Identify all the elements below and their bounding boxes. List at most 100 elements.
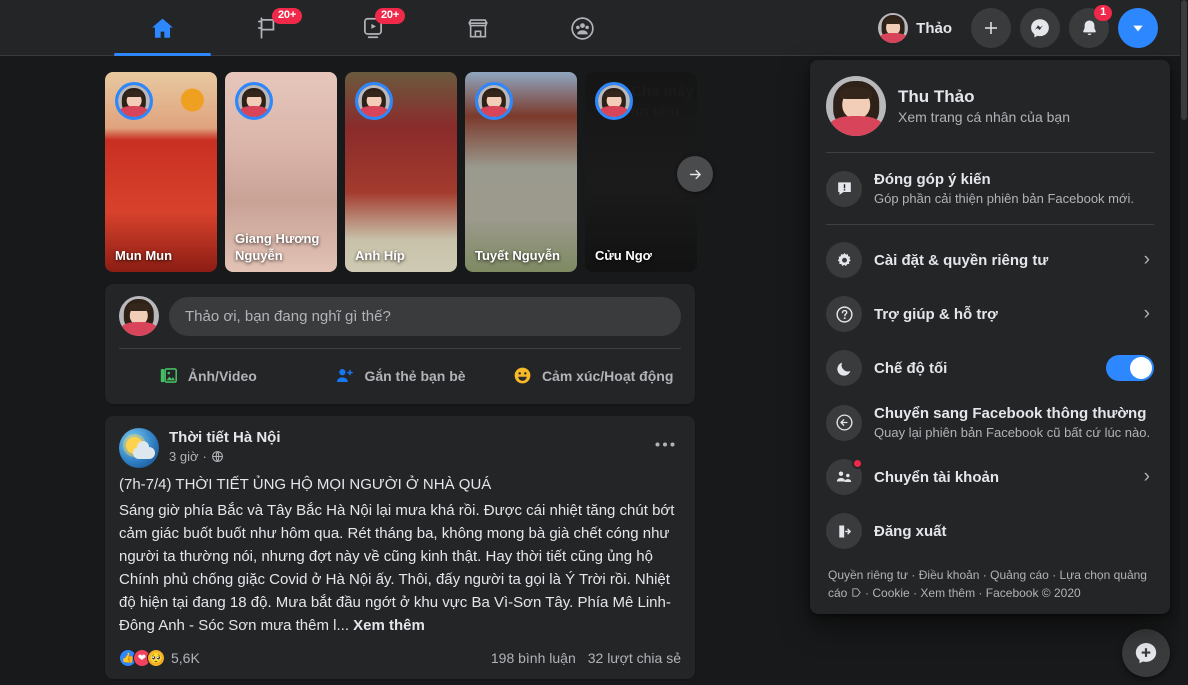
notifications-button[interactable]: 1 [1069, 5, 1112, 48]
footer-link-more[interactable]: Xem thêm [920, 586, 975, 600]
story-author-name: Giang Hương Nguyễn [235, 231, 320, 263]
footer-link-advertising[interactable]: Quảng cáo [990, 568, 1049, 582]
post-composer-card: Thảo ơi, bạn đang nghĩ gì thế? Ảnh/Video [105, 284, 695, 404]
meta-separator: · [202, 449, 207, 464]
post-headline: (7h-7/4) THỜI TIẾT ỦNG HỘ MỌI NGƯỜI Ở NH… [119, 476, 492, 493]
stories-carousel: Mun Mun Giang Hương Nguyễn Anh Híp Tuyết… [105, 72, 713, 272]
feedback-glyph [837, 182, 851, 195]
post-options-button[interactable] [649, 428, 681, 460]
switch-account-glyph [836, 471, 852, 482]
post-author-name[interactable]: Thời tiết Hà Nội [169, 428, 281, 447]
menu-item-text: Chuyển sang Facebook thông thường Quay l… [874, 404, 1154, 441]
menu-profile-subtitle: Xem trang cá nhân của bạn [898, 109, 1071, 125]
account-menu-button[interactable] [1118, 8, 1158, 48]
marketplace-shop-icon [467, 19, 488, 38]
story-author-name: Mun Mun [115, 248, 173, 263]
menu-item-label: Đóng góp ý kiến [874, 171, 991, 188]
reaction-summary[interactable]: 👍 ❤ 🥺 5,6K [119, 649, 200, 667]
post-stats-bar: 👍 ❤ 🥺 5,6K 198 bình luận 32 lượt chia sẻ [105, 637, 695, 677]
help-glyph [835, 305, 853, 323]
stories-badge: 20+ [272, 8, 303, 24]
tag-friends-button[interactable]: Gắn thẻ bạn bè [304, 357, 497, 394]
story-avatar [475, 82, 513, 120]
create-post-input[interactable]: Thảo ơi, bạn đang nghĩ gì thế? [169, 296, 681, 336]
home-icon [152, 18, 173, 38]
top-navigation-bar: 20+ 20+ Thảo 1 [0, 0, 1180, 56]
menu-item-text: Chuyển tài khoản [874, 468, 1132, 487]
menu-item-label: Chuyển sang Facebook thông thường [874, 405, 1147, 422]
story-avatar [235, 82, 273, 120]
avatar[interactable] [119, 296, 159, 336]
story-card[interactable]: Tuyết Nguyễn [465, 72, 577, 272]
feed-post: Thời tiết Hà Nội 3 giờ · (7h-7/4) THỜI T… [105, 416, 695, 679]
avatar [878, 13, 909, 43]
menu-item-label: Đăng xuất [874, 522, 947, 540]
footer-link-terms[interactable]: Điều khoản [919, 568, 980, 582]
watch-badge: 20+ [375, 8, 406, 24]
notifications-badge: 1 [1094, 5, 1112, 21]
nav-item-marketplace[interactable] [425, 0, 530, 56]
nav-item-watch[interactable]: 20+ [320, 0, 425, 56]
account-dropdown-menu: Thu Thảo Xem trang cá nhân của bạn Đóng … [810, 60, 1170, 614]
back-arrow-glyph [835, 414, 853, 431]
new-message-button[interactable] [1122, 629, 1170, 677]
menu-item-text: Đóng góp ý kiến Góp phần cải thiện phiên… [874, 170, 1154, 207]
facebook-page: 20+ 20+ Thảo 1 Mun Mun Giang Hương Nguyễ… [0, 0, 1188, 685]
menu-item-label: Chuyển tài khoản [874, 468, 1000, 486]
help-icon [826, 296, 862, 332]
profile-shortcut[interactable]: Thảo [874, 9, 962, 47]
page-scrollbar[interactable] [1180, 0, 1188, 685]
story-avatar [355, 82, 393, 120]
messenger-button[interactable] [1020, 8, 1060, 48]
menu-item-label: Cài đặt & quyền riêng tư [874, 251, 1049, 269]
story-author-name: Tuyết Nguyễn [475, 248, 560, 263]
composer-top-row: Thảo ơi, bạn đang nghĩ gì thế? [105, 284, 695, 348]
footer-link-privacy[interactable]: Quyền riêng tư [828, 568, 908, 582]
back-arrow-icon [826, 404, 862, 441]
menu-item-settings-privacy[interactable]: Cài đặt & quyền riêng tư › [818, 233, 1162, 287]
chevron-right-icon: › [1143, 303, 1150, 324]
tag-friends-label: Gắn thẻ bạn bè [364, 367, 466, 384]
footer-link-cookie[interactable]: Cookie [872, 586, 909, 600]
composer-action-row: Ảnh/Video Gắn thẻ bạn bè Cảm xúc/Hoạt độ… [105, 349, 695, 404]
menu-item-logout[interactable]: Đăng xuất [818, 504, 1162, 558]
menu-item-subtitle: Quay lại phiên bản Facebook cũ bất cứ lú… [874, 425, 1151, 440]
comment-count[interactable]: 198 bình luận [491, 650, 576, 666]
photo-video-button[interactable]: Ảnh/Video [111, 357, 304, 394]
menu-item-feedback[interactable]: Đóng góp ý kiến Góp phần cải thiện phiên… [818, 161, 1162, 216]
menu-item-help-support[interactable]: Trợ giúp & hỗ trợ › [818, 287, 1162, 341]
menu-profile-row[interactable]: Thu Thảo Xem trang cá nhân của bạn [818, 68, 1162, 144]
page-avatar[interactable] [119, 428, 159, 468]
menu-item-text: Chế độ tối [874, 359, 1094, 378]
logout-glyph [838, 524, 851, 538]
arrow-right-icon [689, 169, 701, 179]
post-text: Sáng giờ phía Bắc và Tây Bắc Hà Nội lại … [119, 499, 681, 637]
nav-item-home[interactable] [110, 0, 215, 56]
story-overlay-text: Chả mấy an tâm [631, 83, 694, 120]
plus-icon [985, 22, 997, 34]
create-button[interactable] [971, 8, 1011, 48]
more-options-icon [655, 442, 675, 446]
avatar [826, 76, 886, 136]
menu-item-label: Chế độ tối [874, 359, 948, 377]
story-card[interactable]: Giang Hương Nguyễn [225, 72, 337, 272]
story-card[interactable]: Mun Mun [105, 72, 217, 272]
nav-item-groups[interactable] [530, 0, 635, 56]
menu-item-switch-account[interactable]: Chuyển tài khoản › [818, 450, 1162, 504]
stories-next-button[interactable] [677, 156, 713, 192]
divider [826, 224, 1154, 225]
gear-icon [826, 242, 862, 278]
feeling-activity-button[interactable]: Cảm xúc/Hoạt động [496, 357, 689, 394]
share-count[interactable]: 32 lượt chia sẻ [588, 650, 681, 666]
nav-item-stories[interactable]: 20+ [215, 0, 320, 56]
menu-item-dark-mode[interactable]: Chế độ tối [818, 341, 1162, 395]
post-meta: 3 giờ · [169, 449, 281, 464]
menu-item-text: Đăng xuất [874, 522, 1154, 541]
scrollbar-thumb[interactable] [1181, 0, 1187, 120]
menu-item-switch-classic-facebook[interactable]: Chuyển sang Facebook thông thường Quay l… [818, 395, 1162, 450]
story-avatar [115, 82, 153, 120]
see-more-link[interactable]: Xem thêm [353, 617, 425, 634]
story-card[interactable]: Anh Híp [345, 72, 457, 272]
dark-mode-toggle[interactable] [1106, 355, 1154, 381]
profile-name-label: Thảo [916, 19, 952, 37]
